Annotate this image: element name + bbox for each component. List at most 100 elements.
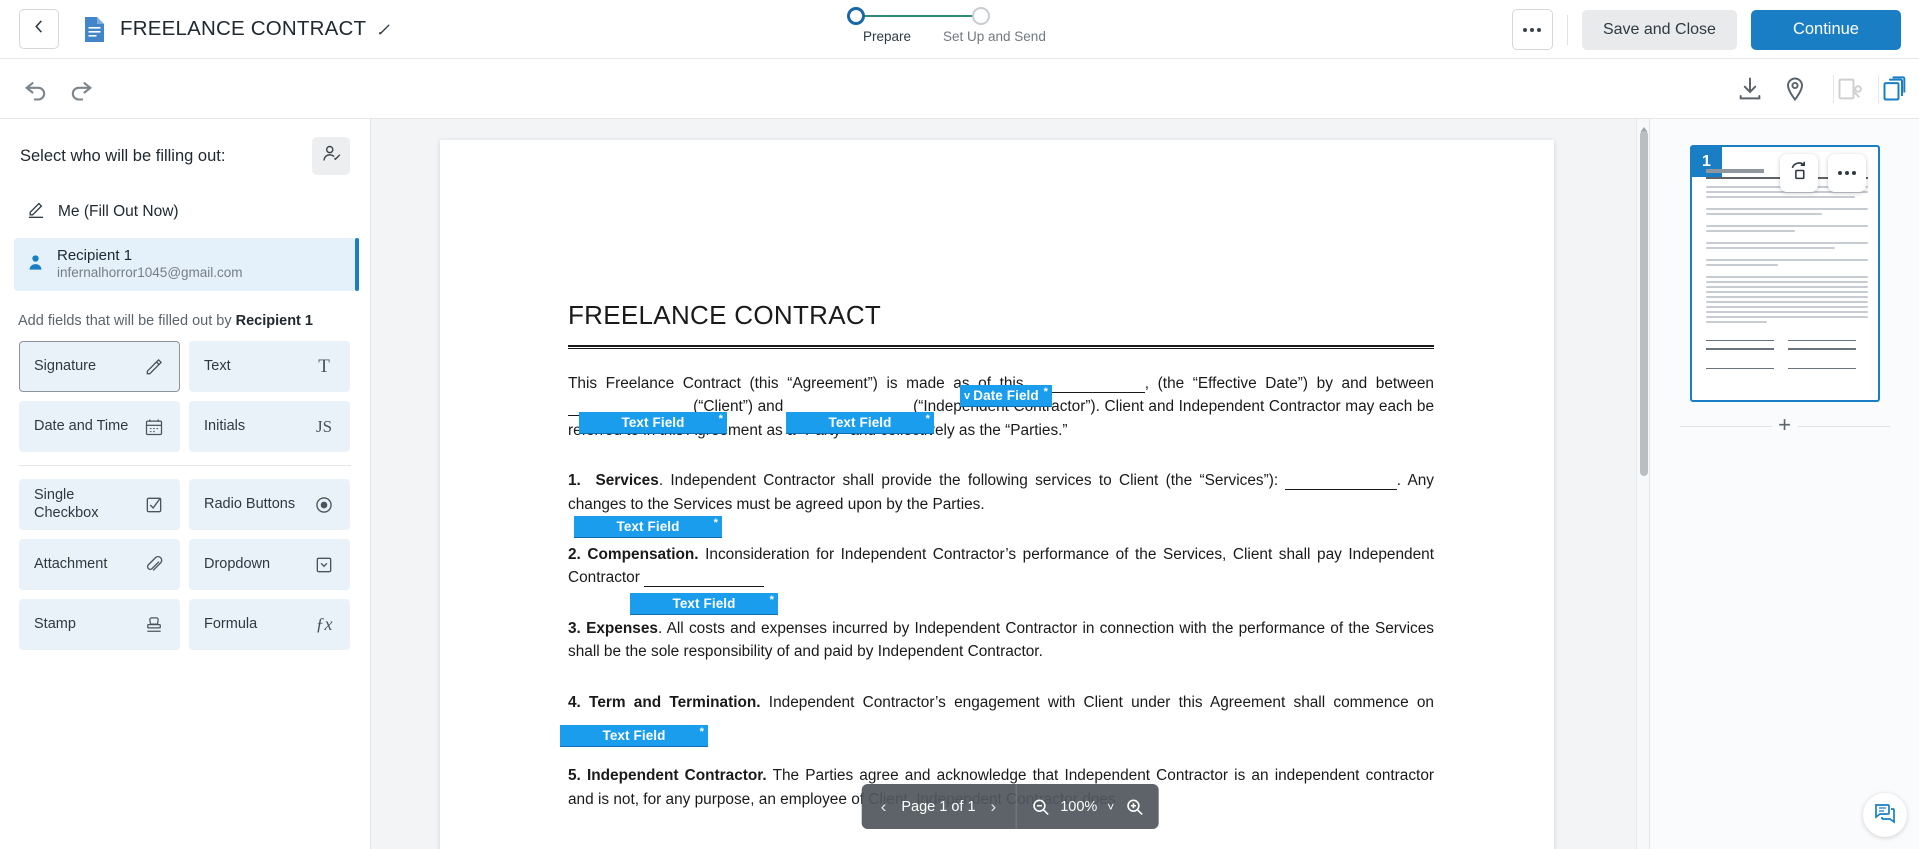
location-pin-icon[interactable] [1781, 75, 1809, 103]
person-add-button[interactable] [312, 137, 350, 175]
divider [1878, 75, 1879, 103]
chevron-left-icon [32, 19, 47, 39]
step-label-prepare[interactable]: Prepare [831, 29, 943, 44]
required-asterisk: * [699, 726, 704, 738]
signature-disabled-icon [1836, 75, 1864, 103]
divider [19, 465, 351, 466]
required-asterisk: * [925, 413, 930, 425]
text-glyph: T [318, 355, 330, 377]
document-icon [83, 16, 106, 43]
document-page[interactable]: FREELANCE CONTRACT This Freelance Contra… [440, 140, 1554, 849]
field-overlay-services[interactable]: Text Field * [574, 516, 722, 538]
ellipsis-icon [1837, 171, 1842, 175]
document-section-1: 1. Services. Independent Contractor shal… [568, 469, 1434, 516]
field-button-initials[interactable]: Initials JS [189, 401, 350, 452]
field-overlay-commence-date[interactable]: Text Field * [560, 725, 708, 747]
page-indicator: Page 1 of 1 [901, 798, 976, 815]
add-fields-note-recipient: Recipient 1 [235, 313, 313, 329]
document-section-2: 2. Compensation. Inconsideration for Ind… [568, 543, 1434, 590]
field-overlay-label: Text Field [602, 728, 666, 743]
save-and-close-button[interactable]: Save and Close [1581, 9, 1737, 50]
paperclip-icon [143, 554, 165, 576]
pencil-underline-icon [26, 199, 46, 224]
ellipsis-icon [1844, 171, 1849, 175]
continue-button[interactable]: Continue [1750, 9, 1901, 50]
field-button-label: Signature [34, 357, 97, 374]
more-options-button[interactable] [1511, 9, 1553, 50]
formula-fx-icon: ƒx [313, 614, 335, 636]
field-button-signature[interactable]: Signature [19, 341, 180, 392]
field-button-stamp[interactable]: Stamp [19, 599, 180, 650]
add-fields-note-prefix: Add fields that will be filled out by [18, 313, 236, 329]
zoom-in-icon[interactable] [1124, 797, 1144, 817]
field-button-label: Stamp [34, 615, 76, 632]
field-button-date-and-time[interactable]: Date and Time [19, 401, 180, 452]
sidebar-item-me-fill-out-now[interactable]: Me (Fill Out Now) [14, 189, 356, 234]
required-asterisk: * [769, 594, 774, 606]
ellipsis-icon [1523, 27, 1528, 32]
left-sidebar: Select who will be filling out: Me (Fill… [0, 119, 371, 849]
rotate-icon [1788, 160, 1809, 186]
text-T-icon: T [313, 356, 335, 378]
sidebar-item-label: Recipient 1 [57, 246, 133, 264]
document-scrollbar[interactable] [1636, 119, 1649, 849]
scrollbar-thumb[interactable] [1640, 131, 1648, 476]
copy-pages-icon[interactable] [1881, 75, 1909, 103]
field-button-label: Text [204, 357, 231, 374]
field-button-label: Initials [204, 417, 246, 434]
add-page-button[interactable]: + [1771, 414, 1798, 436]
previous-page-button[interactable]: ‹ [876, 797, 892, 817]
field-overlay-contractor-name[interactable]: Text Field * [786, 412, 934, 434]
document-section-3: 3. Expenses. All costs and expenses incu… [568, 617, 1434, 664]
divider [1833, 75, 1834, 103]
doc-text: Independent Contractor’s engagement with… [760, 693, 1434, 711]
page-thumbnail[interactable]: 1 [1689, 145, 1880, 402]
field-button-dropdown[interactable]: Dropdown [189, 539, 350, 590]
section-title: Services [595, 472, 659, 490]
thumbnail-more-button[interactable] [1827, 154, 1866, 192]
initials-glyph: JS [315, 416, 333, 436]
header-actions: Save and Close Continue [1511, 9, 1901, 50]
field-overlay-date-effective[interactable]: v Date Field * [960, 385, 1052, 407]
field-button-text[interactable]: Text T [189, 341, 350, 392]
top-header: FREELANCE CONTRACT Prepare Set Up and Se… [0, 0, 1919, 59]
chat-support-button[interactable] [1863, 793, 1907, 837]
field-overlay-compensation[interactable]: Text Field * [630, 593, 778, 615]
undo-icon[interactable] [22, 75, 50, 103]
section-number: 1. [568, 472, 581, 490]
document-heading: FREELANCE CONTRACT [568, 300, 882, 330]
field-button-formula[interactable]: Formula ƒx [189, 599, 350, 650]
back-button[interactable] [19, 9, 59, 49]
person-icon [26, 253, 45, 277]
redo-icon[interactable] [67, 75, 95, 103]
scrollbar-up-arrow[interactable] [1640, 121, 1648, 132]
download-icon[interactable] [1736, 75, 1764, 103]
date-chip-prefix-icon: v [964, 389, 971, 402]
field-overlay-client-name[interactable]: Text Field * [579, 412, 727, 434]
document-viewport[interactable]: FREELANCE CONTRACT This Freelance Contra… [371, 119, 1649, 849]
next-page-button[interactable]: › [986, 797, 1002, 817]
sidebar-item-recipient-1[interactable]: Recipient 1 infernalhorror1045@gmail.com [14, 238, 359, 291]
field-button-label: Single Checkbox [34, 487, 99, 521]
sidebar-header: Select who will be filling out: [0, 119, 370, 185]
required-asterisk: * [718, 413, 723, 425]
field-button-attachment[interactable]: Attachment [19, 539, 180, 590]
field-overlay-label: Text Field [828, 415, 892, 430]
step-dot-prepare[interactable] [847, 7, 865, 25]
field-overlay-label: Date Field [973, 388, 1039, 403]
sidebar-heading: Select who will be filling out: [20, 146, 226, 165]
zoom-out-icon[interactable] [1030, 797, 1050, 817]
pencil-icon[interactable] [377, 22, 392, 37]
step-label-setup-send[interactable]: Set Up and Send [943, 29, 1046, 44]
zoom-level-label[interactable]: 100% [1060, 799, 1097, 815]
field-button-single-checkbox[interactable]: Single Checkbox [19, 479, 180, 530]
step-dot-setup-send[interactable] [972, 7, 990, 25]
recipient-email: infernalhorror1045@gmail.com [57, 265, 243, 281]
page-nav-group: ‹ Page 1 of 1 › [862, 797, 1016, 817]
field-button-radio-buttons[interactable]: Radio Buttons [189, 479, 350, 530]
signature-icon [143, 356, 165, 378]
doc-text: . Independent Contractor shall provide t… [658, 472, 1286, 490]
doc-text: , (the “Effective Date”) by and between [1144, 375, 1434, 392]
chevron-down-icon[interactable]: ˅ [1107, 800, 1114, 814]
rotate-page-button[interactable] [1779, 154, 1818, 192]
